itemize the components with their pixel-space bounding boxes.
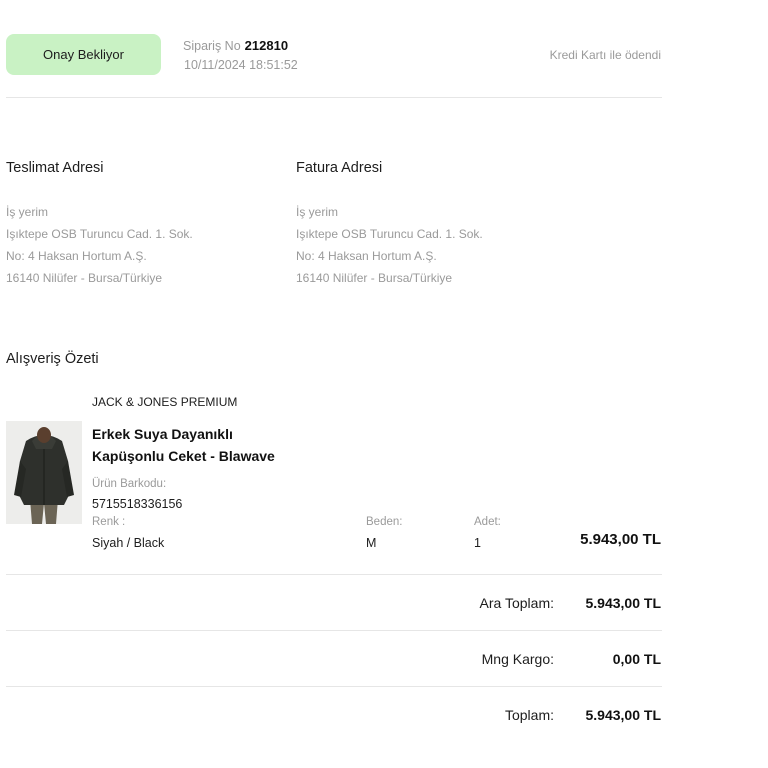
shipping-label: Mng Kargo: [481,651,554,667]
product-brand: JACK & JONES PREMIUM [92,395,238,409]
subtotal-divider [6,630,662,631]
barcode-value: 5715518336156 [92,497,183,511]
jacket-model-image [6,421,82,524]
size-label: Beden: [366,516,403,528]
delivery-address-line: 16140 Nilüfer - Bursa/Türkiye [6,271,163,285]
quantity-label: Adet: [474,516,501,528]
product-name-line: Kapüşonlu Ceket - Blawave [92,448,275,464]
color-label: Renk : [92,516,126,528]
total-value: 5.943,00 TL [585,707,662,723]
shipping-divider [6,686,662,687]
product-image[interactable] [6,421,82,524]
total-label: Toplam: [504,707,554,723]
status-badge: Onay Bekliyor [6,34,161,75]
billing-address: İş yerim Işıktepe OSB Turuncu Cad. 1. So… [296,201,483,289]
shipping-value: 0,00 TL [612,651,661,667]
size-value: M [366,536,377,550]
order-number-label: Sipariş No [183,39,241,53]
product-name-line: Erkek Suya Dayanıklı [92,426,233,442]
billing-address-line: İş yerim [296,205,338,219]
subtotal-label: Ara Toplam: [479,595,554,611]
billing-address-title: Fatura Adresi [296,160,383,176]
barcode-label: Ürün Barkodu: [92,478,167,490]
billing-address-line: 16140 Nilüfer - Bursa/Türkiye [296,271,453,285]
item-divider [6,574,662,575]
quantity-value: 1 [474,536,481,550]
delivery-address-title: Teslimat Adresi [6,160,104,176]
subtotal-value: 5.943,00 TL [585,595,662,611]
billing-address-line: No: 4 Haksan Hortum A.Ş. [296,249,437,263]
color-value: Siyah / Black [92,536,165,550]
order-date: 10/11/2024 18:51:52 [184,58,298,72]
order-number: 212810 [244,38,289,53]
summary-title: Alışveriş Özeti [6,351,99,367]
delivery-address-line: Işıktepe OSB Turuncu Cad. 1. Sok. [6,227,193,241]
payment-info: Kredi Kartı ile ödendi [549,48,661,62]
delivery-address: İş yerim Işıktepe OSB Turuncu Cad. 1. So… [6,201,193,289]
product-name[interactable]: Erkek Suya Dayanıklı Kapüşonlu Ceket - B… [92,423,312,467]
delivery-address-line: İş yerim [6,205,48,219]
billing-address-line: Işıktepe OSB Turuncu Cad. 1. Sok. [296,227,483,241]
order-number-row: Sipariş No 212810 [183,38,288,53]
delivery-address-line: No: 4 Haksan Hortum A.Ş. [6,249,147,263]
header-divider [6,97,662,98]
item-price: 5.943,00 TL [580,531,661,548]
